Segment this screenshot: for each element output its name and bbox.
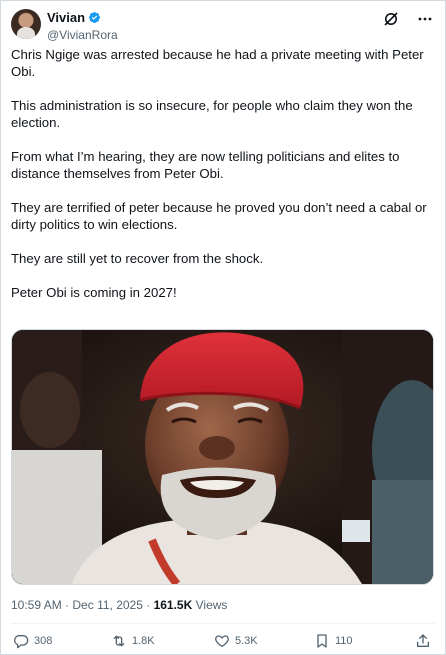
share-button[interactable] — [415, 633, 431, 649]
tweet-photo[interactable] — [11, 329, 434, 585]
tweet-paragraph: Chris Ngige was arrested because he had … — [11, 47, 424, 79]
repost-count: 1.8K — [132, 635, 155, 647]
divider — [11, 623, 435, 624]
tweet-paragraph: They are still yet to recover from the s… — [11, 251, 264, 266]
reply-button[interactable]: 308 — [13, 633, 52, 649]
tweet-date[interactable]: Dec 11, 2025 — [72, 598, 143, 612]
views-count: 161.5K — [153, 598, 193, 612]
more-icon[interactable] — [417, 11, 433, 27]
views-label: Views — [195, 598, 228, 612]
display-name[interactable]: Vivian — [47, 10, 85, 25]
reply-count: 308 — [34, 635, 53, 647]
photo-portrait-illustration — [12, 330, 433, 584]
author-info: Vivian @VivianRora — [47, 9, 118, 43]
tweet-header: Vivian @VivianRora — [11, 9, 435, 45]
tweet-paragraph: Peter Obi is coming in 2027! — [11, 285, 177, 300]
tweet-meta: 10:59 AM · Dec 11, 2025 · 161.5K Views — [11, 598, 227, 612]
verified-badge-icon — [88, 11, 101, 24]
meta-separator: · — [65, 598, 70, 612]
tweet-time[interactable]: 10:59 AM — [11, 598, 62, 612]
like-button[interactable]: 5.3K — [214, 633, 258, 649]
tweet-actions: 308 1.8K 5.3K 110 — [11, 633, 435, 651]
header-actions — [383, 11, 433, 27]
bookmark-icon — [314, 633, 330, 649]
tweet-paragraph: This administration is so insecure, for … — [11, 98, 413, 130]
reply-icon — [13, 633, 29, 649]
share-icon — [415, 633, 431, 649]
bookmark-count: 110 — [335, 635, 353, 647]
like-count: 5.3K — [235, 635, 258, 647]
repost-icon — [111, 633, 127, 649]
tweet-paragraph: They are terrified of peter because he p… — [11, 200, 427, 232]
tweet-paragraph: From what I’m hearing, they are now tell… — [11, 149, 400, 181]
repost-button[interactable]: 1.8K — [111, 633, 155, 649]
avatar[interactable] — [11, 9, 41, 39]
handle[interactable]: @VivianRora — [47, 28, 118, 42]
display-name-row: Vivian — [47, 9, 118, 25]
bookmark-button[interactable]: 110 — [314, 633, 353, 649]
tweet-card: Vivian @VivianRora Chris Ngige was arres… — [0, 0, 446, 655]
tweet-text: Chris Ngige was arrested because he had … — [11, 46, 431, 318]
grok-icon[interactable] — [383, 11, 399, 27]
meta-separator: · — [146, 598, 151, 612]
like-icon — [214, 633, 230, 649]
